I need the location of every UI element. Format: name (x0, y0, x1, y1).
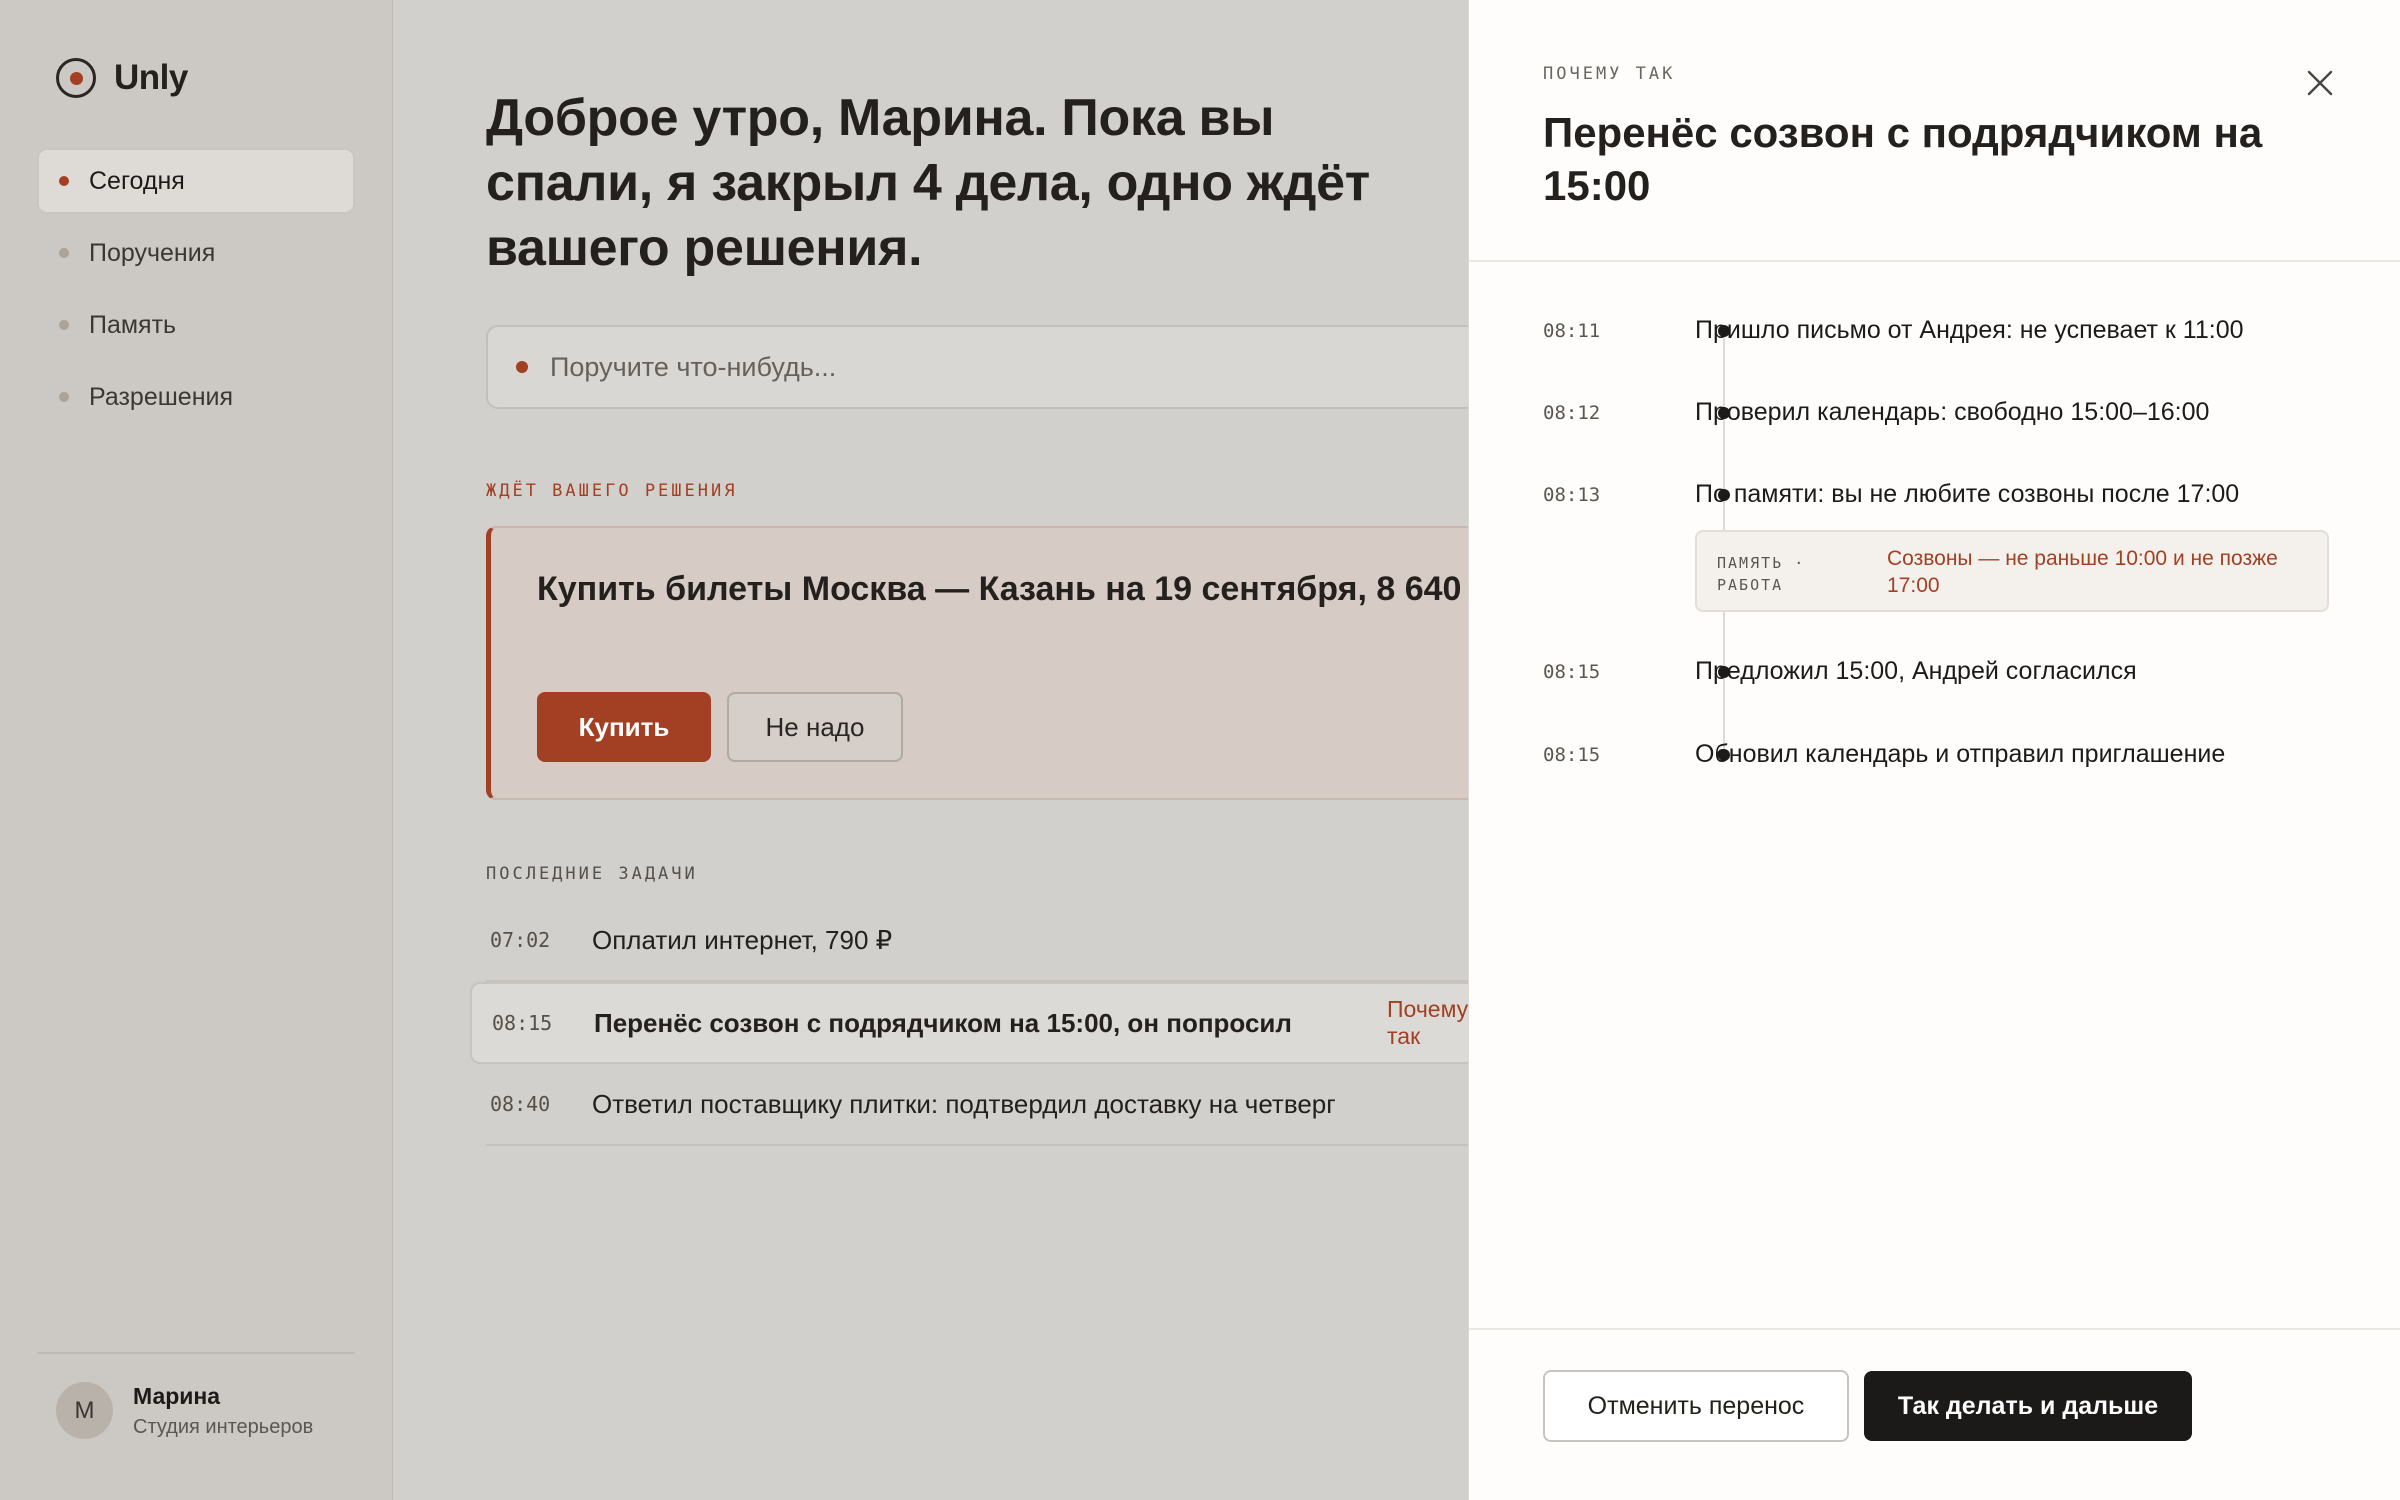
sidebar-item-label: Поручения (89, 238, 216, 267)
step-text: По памяти: вы не любите созвоны после 17… (1695, 480, 2240, 508)
memory-text: Созвоны — не раньше 10:00 и не позже 17:… (1887, 547, 2278, 597)
divider (1469, 260, 2400, 262)
step-text: Предложил 15:00, Андрей согласился (1695, 657, 2137, 685)
task-time: 08:40 (490, 1092, 551, 1116)
user-org: Студия интерьеров (133, 1415, 314, 1438)
step-text: Пришло письмо от Андрея: не успевает к 1… (1695, 316, 2244, 344)
task-time: 08:15 (492, 1011, 553, 1035)
user-name: Марина (133, 1382, 221, 1409)
decision-title: Купить билеты Москва — Казань на 19 сент… (537, 570, 1468, 608)
task-row[interactable]: 07:02 Оплатил интернет, 790 ₽ (486, 900, 1468, 982)
close-icon (2307, 70, 2333, 96)
input-dot-icon (516, 361, 528, 373)
active-dot-icon (59, 176, 69, 186)
task-time: 07:02 (490, 928, 551, 952)
task-row-selected[interactable]: 08:15 Перенёс созвон с подрядчиком на 15… (470, 982, 1468, 1064)
app-name: Unly (114, 58, 188, 97)
step-text: Проверил календарь: свободно 15:00–16:00 (1695, 398, 2210, 426)
avatar: М (56, 1382, 113, 1439)
task-text: Оплатил интернет, 790 ₽ (592, 924, 893, 955)
dot-icon (59, 392, 69, 402)
memory-label: ПАМЯТЬ · РАБОТА (1717, 554, 1806, 594)
sidebar-item-label: Память (89, 310, 177, 339)
dot-icon (59, 248, 69, 258)
task-text: Ответил поставщику плитки: подтвердил до… (592, 1088, 1336, 1119)
sidebar-item-tasks[interactable]: Поручения (37, 220, 355, 286)
task-row[interactable]: 08:40 Ответил поставщику плитки: подтвер… (486, 1064, 1468, 1146)
sidebar-item-label: Сегодня (89, 166, 185, 195)
close-button[interactable] (2297, 60, 2343, 106)
step-text: Обновил календарь и отправил приглашение (1695, 740, 2226, 768)
recent-section-label: ПОСЛЕДНИЕ ЗАДАЧИ (486, 864, 698, 884)
memory-reference-card[interactable]: ПАМЯТЬ · РАБОТА Созвоны — не раньше 10:0… (1695, 530, 2329, 612)
decline-button[interactable]: Не надо (727, 692, 903, 762)
sidebar-item-permissions[interactable]: Разрешения (37, 364, 355, 430)
why-link[interactable]: Почему так (1387, 996, 1468, 1050)
drawer-kicker: ПОЧЕМУ ТАК (1543, 64, 1676, 84)
sidebar-item-today[interactable]: Сегодня (37, 148, 355, 214)
pending-decision-card: Купить билеты Москва — Казань на 19 сент… (486, 526, 1468, 800)
step-time: 08:12 (1543, 402, 1601, 424)
dot-icon (59, 320, 69, 330)
keep-doing-button[interactable]: Так делать и дальше (1864, 1371, 2192, 1441)
pending-section-label: ЖДЁТ ВАШЕГО РЕШЕНИЯ (486, 481, 738, 501)
logo[interactable]: Unly (56, 58, 188, 98)
ask-input[interactable]: Поручите что-нибудь... (486, 325, 1468, 409)
sidebar: Unly Сегодня Поручения Память Разрешения… (0, 0, 393, 1500)
step-time: 08:13 (1543, 484, 1601, 506)
page-title: Доброе утро, Марина. Пока вы спали, я за… (486, 89, 1370, 277)
cancel-reschedule-button[interactable]: Отменить перенос (1543, 1370, 1849, 1442)
user-profile[interactable]: М Марина Студия интерьеров (56, 1382, 313, 1439)
step-time: 08:11 (1543, 320, 1601, 342)
divider (1469, 1328, 2400, 1330)
main-content: Доброе утро, Марина. Пока вы спали, я за… (394, 0, 1468, 1500)
buy-button[interactable]: Купить (537, 692, 711, 762)
ask-placeholder: Поручите что-нибудь... (550, 351, 837, 382)
recent-tasks-list: 07:02 Оплатил интернет, 790 ₽ 08:15 Пере… (470, 900, 1468, 1146)
drawer-title: Перенёс созвон с подрядчиком на 15:00 (1543, 109, 2263, 209)
sidebar-item-memory[interactable]: Память (37, 292, 355, 358)
step-time: 08:15 (1543, 661, 1601, 683)
why-drawer: ПОЧЕМУ ТАК Перенёс созвон с подрядчиком … (1468, 0, 2400, 1500)
task-text: Перенёс созвон с подрядчиком на 15:00, о… (594, 1007, 1292, 1038)
step-time: 08:15 (1543, 744, 1601, 766)
sidebar-nav: Сегодня Поручения Память Разрешения (37, 148, 355, 436)
logo-icon (56, 58, 96, 98)
sidebar-item-label: Разрешения (89, 382, 234, 411)
divider (37, 1352, 355, 1354)
